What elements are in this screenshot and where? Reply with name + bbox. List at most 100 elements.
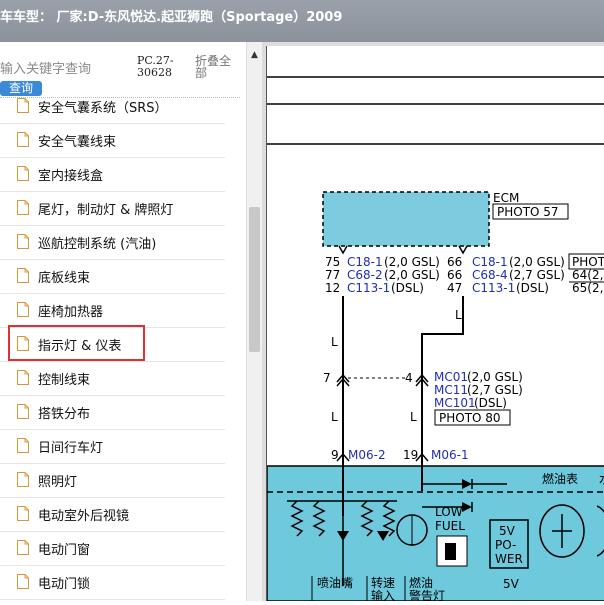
left-conn-3: C113-1 [347, 281, 390, 295]
right-conn-1: C18-1 [472, 255, 508, 269]
document-icon [17, 370, 29, 385]
left-pin-3: 12 [325, 281, 340, 295]
scroll-up-arrow-icon[interactable]: ▲ [251, 50, 258, 60]
left-pin-1: 75 [325, 255, 340, 269]
left-conn-2: C68-2 [347, 268, 383, 282]
document-icon [17, 166, 29, 181]
right-pin-1: 66 [447, 255, 462, 269]
pin-19: 19 [403, 448, 418, 462]
tree-item-label: 搭铁分布 [38, 407, 91, 422]
tree-item[interactable]: 电动门窗 [0, 531, 225, 566]
tree-item-label: 电动室外后视镜 [38, 509, 130, 524]
tree-item-label: 座椅加热器 [38, 305, 104, 320]
tree-item-label: 电动门窗 [38, 543, 91, 558]
right-spec-2: (2,7 GSL) [509, 268, 565, 282]
document-icon [17, 302, 29, 317]
tree-item[interactable]: 电动室外后视镜 [0, 497, 225, 532]
left-conn-1: C18-1 [347, 255, 383, 269]
title-bar: 车车型： 厂家:D-东风悦达.起亚狮跑（Sportage）2009 [0, 0, 604, 42]
document-icon [17, 234, 29, 249]
pin-9: 9 [331, 448, 339, 462]
mc-spec-1: (2,0 GSL) [467, 370, 523, 384]
search-input[interactable]: 输入关键字查询 [0, 58, 91, 77]
tree-item-label: 巡航控制系统 (汽油) [38, 237, 157, 252]
ecm-label: ECM [493, 191, 519, 205]
mc-conn-2: MC11 [434, 383, 468, 397]
sidebar-scrollbar[interactable]: ▲ [246, 42, 263, 601]
wire-label-l1: L [331, 335, 338, 349]
tree-item[interactable]: 安全气囊线束 [0, 123, 225, 158]
pin-4: 4 [405, 371, 413, 385]
document-icon [17, 540, 29, 555]
selected-item-highlight [8, 325, 145, 361]
tree-item[interactable]: 控制线束 [0, 361, 225, 396]
tree-item-label: 安全气囊系统（SRS） [38, 101, 168, 116]
5v-power-line-3: WER [495, 552, 523, 566]
tree-item-label: 尾灯，制动灯 & 牌照灯 [38, 203, 174, 218]
wire-label-l2: L [455, 308, 462, 322]
right-spec-3: (DSL) [516, 281, 549, 295]
tree-item[interactable]: 巡航控制系统 (汽油) [0, 225, 225, 260]
fuel-warning-line-1: 燃油 [409, 575, 433, 590]
5v-power-line-2: PO- [495, 538, 516, 552]
mc-conn-1: MC01 [434, 370, 468, 384]
far-right-2: 65(2,7 [572, 281, 604, 295]
right-pin-3: 47 [447, 281, 462, 295]
wiring-diagram: ECM PHOTO 57 75 77 12 C18-1 C68-2 C113-1… [266, 76, 604, 603]
document-icon [17, 574, 29, 589]
mc-conn-3: MC101 [434, 396, 476, 410]
photo57-label: PHOTO 57 [497, 205, 559, 219]
tree-item[interactable]: 室内接线盒 [0, 157, 225, 192]
tree-item[interactable]: 安全气囊系统（SRS） [0, 89, 225, 124]
fuel-gauge-label: 燃油表 [542, 471, 578, 486]
far-right-1: 64(2,0 [572, 268, 604, 282]
photo80-label: PHOTO 80 [439, 411, 501, 425]
tree-item-label: 底板线束 [38, 271, 91, 286]
tree-item[interactable]: 底板线束 [0, 259, 225, 294]
left-spec-3: (DSL) [391, 281, 424, 295]
scroll-thumb[interactable] [249, 207, 260, 352]
left-spec-1: (2,0 GSL) [384, 255, 440, 269]
document-icon [17, 506, 29, 521]
fuel-warning-line-2: 警告灯 [409, 588, 445, 601]
tree-item[interactable]: 座椅加热器 [0, 293, 225, 328]
tree-item-label: 安全气囊线束 [38, 135, 117, 150]
sidebar: 输入关键字查询 查询 PC.27- 30628 折叠全 部 安全气囊系统（SRS… [0, 42, 246, 601]
document-icon [17, 404, 29, 419]
right-conn-3: C113-1 [472, 281, 515, 295]
water-label-cut: 水 [599, 472, 604, 486]
wire-label-l3: L [331, 410, 338, 424]
tree-item-label: 室内接线盒 [38, 169, 104, 184]
document-icon [17, 268, 29, 283]
tree-item[interactable]: 搭铁分布 [0, 395, 225, 430]
left-spec-2: (2,0 GSL) [384, 268, 440, 282]
tree-item-label: 照明灯 [38, 475, 78, 490]
injector-label: 喷油嘴 [317, 576, 353, 590]
tree-item[interactable]: 电动门锁 [0, 565, 225, 600]
document-icon [17, 132, 29, 147]
tree-item[interactable]: 尾灯，制动灯 & 牌照灯 [0, 191, 225, 226]
tree-item[interactable]: 照明灯 [0, 463, 225, 498]
5v-label: 5V [503, 577, 520, 591]
speed-input-line-2: 输入 [371, 588, 395, 601]
tree-item[interactable]: 日间行车灯 [0, 429, 225, 464]
left-pin-2: 77 [325, 268, 340, 282]
document-icon [17, 200, 29, 215]
document-icon [17, 472, 29, 487]
low-fuel-line-1: LOW [435, 505, 463, 519]
wire-label-l4: L [410, 410, 417, 424]
collapse-all-button[interactable]: 折叠全 部 [195, 55, 235, 79]
document-icon [17, 98, 29, 113]
pc-code: PC.27- 30628 [137, 55, 174, 79]
right-spec-1: (2,0 GSL) [509, 255, 565, 269]
ecm-box [322, 191, 490, 247]
right-conn-2: C68-4 [472, 268, 508, 282]
m06-left: M06-2 [348, 448, 386, 462]
window-title: 车车型： 厂家:D-东风悦达.起亚狮跑（Sportage）2009 [0, 10, 343, 25]
low-fuel-line-2: FUEL [435, 519, 465, 533]
mc-spec-2: (2,7 GSL) [467, 383, 523, 397]
speed-input-line-1: 转速 [371, 575, 395, 590]
photo-cut-label: PHOT [572, 255, 604, 269]
5v-power-line-1: 5V [499, 524, 516, 538]
right-pin-2: 66 [447, 268, 462, 282]
